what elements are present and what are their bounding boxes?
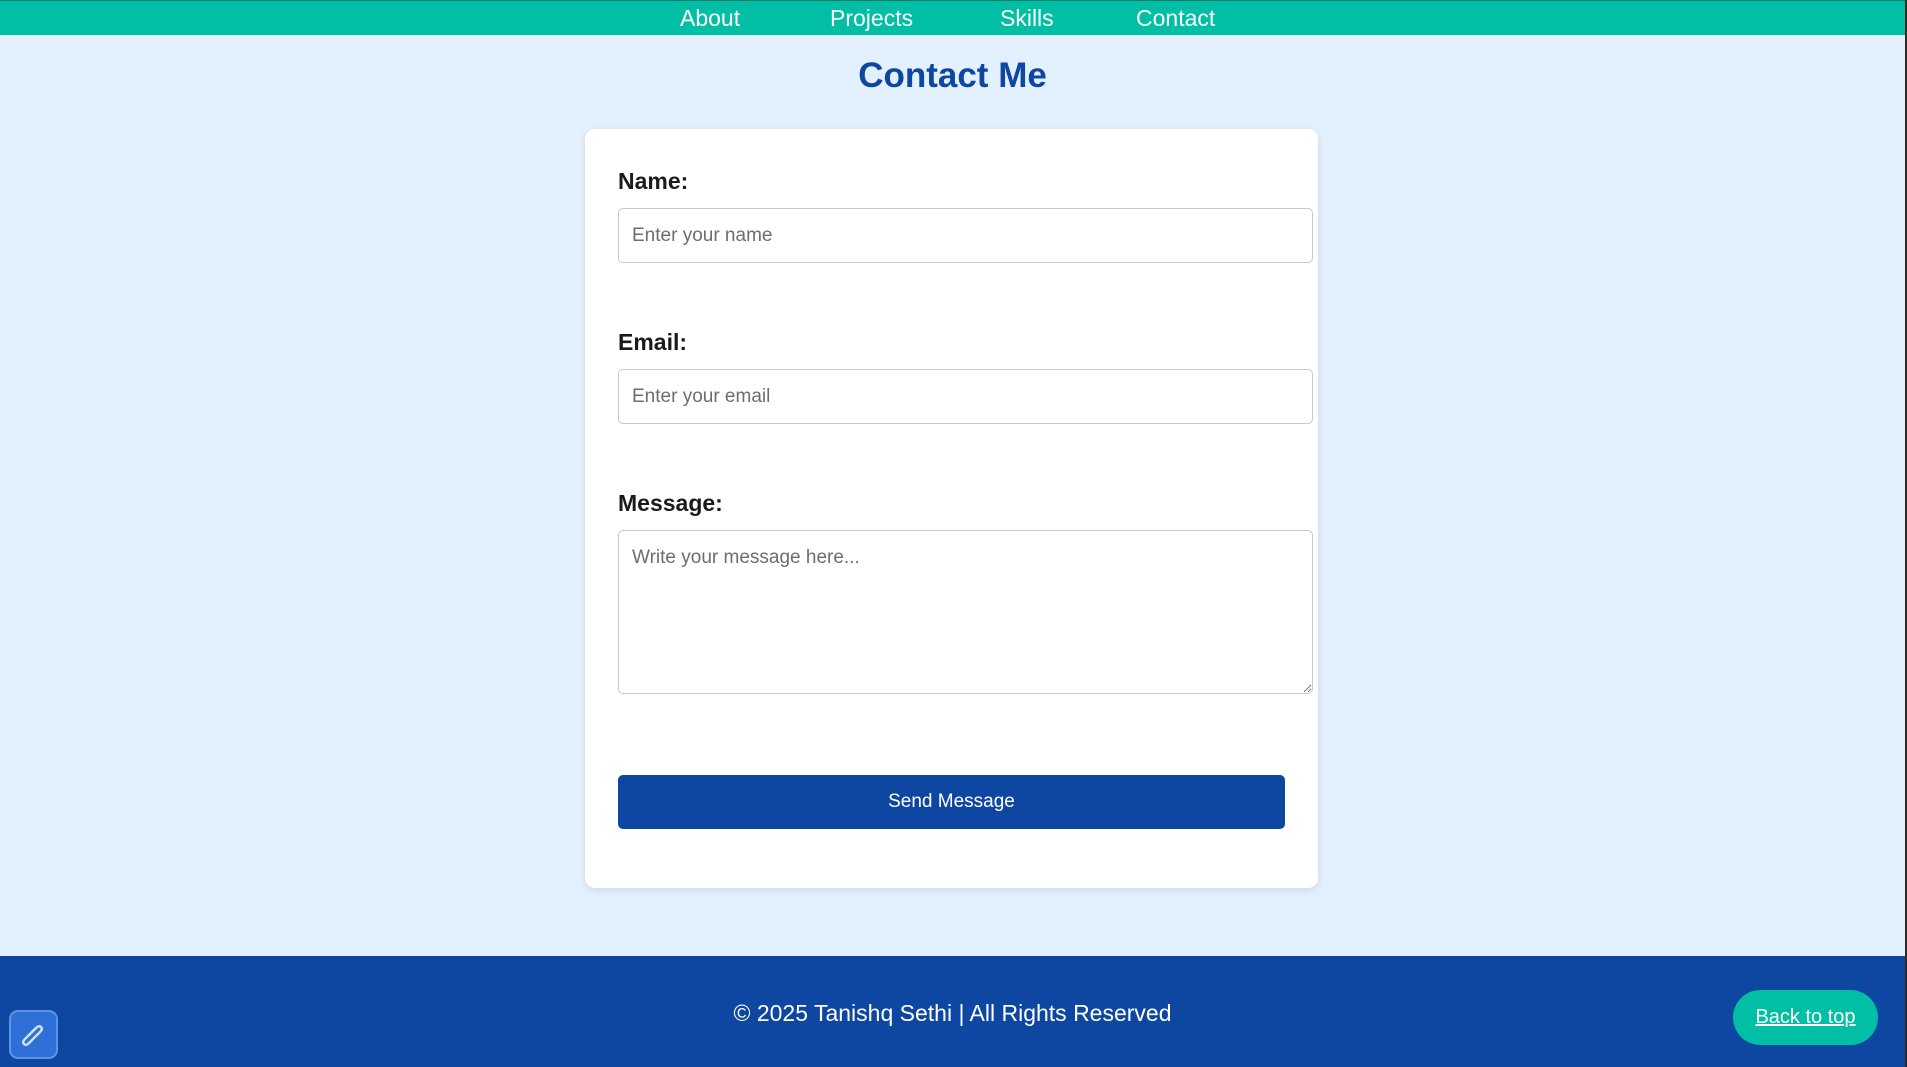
email-input[interactable]	[618, 369, 1313, 424]
pen-badge-icon[interactable]	[9, 1010, 58, 1059]
contact-form-card: Name: Email: Message: Send Message	[585, 129, 1318, 888]
footer: © 2025 Tanishq Sethi | All Rights Reserv…	[0, 956, 1905, 1067]
page: About Projects Skills Contact Contact Me…	[0, 0, 1907, 1067]
footer-copyright: © 2025 Tanishq Sethi | All Rights Reserv…	[733, 1000, 1172, 1026]
content-area: About Projects Skills Contact Contact Me…	[0, 0, 1905, 1067]
nav-link-skills[interactable]: Skills	[1000, 5, 1054, 31]
nav-link-contact[interactable]: Contact	[1136, 5, 1215, 31]
nav-link-projects[interactable]: Projects	[830, 5, 913, 31]
top-navigation: About Projects Skills Contact	[0, 0, 1905, 35]
message-label: Message:	[618, 490, 723, 516]
back-to-top-button[interactable]: Back to top	[1733, 990, 1878, 1045]
send-message-button[interactable]: Send Message	[618, 775, 1285, 829]
email-label: Email:	[618, 329, 688, 355]
pen-glyph-icon	[22, 1025, 43, 1046]
name-input[interactable]	[618, 208, 1313, 263]
nav-link-about[interactable]: About	[680, 5, 740, 31]
message-textarea[interactable]	[618, 530, 1313, 694]
name-label: Name:	[618, 168, 689, 194]
page-title: Contact Me	[858, 56, 1047, 95]
